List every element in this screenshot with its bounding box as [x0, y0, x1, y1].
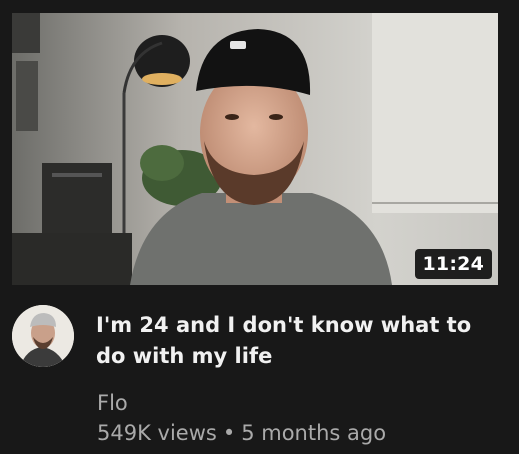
- thumbnail-image: [12, 13, 498, 285]
- video-title[interactable]: I'm 24 and I don't know what to do with …: [96, 310, 496, 372]
- video-card[interactable]: 11:24 I'm 24 and I don't know what to do…: [0, 0, 519, 454]
- video-metadata: 549K views • 5 months ago: [97, 419, 386, 447]
- upload-age: 5 months ago: [241, 421, 387, 445]
- video-thumbnail[interactable]: 11:24: [12, 13, 498, 285]
- separator-dot: •: [222, 421, 236, 445]
- channel-name[interactable]: Flo: [97, 389, 128, 417]
- view-count: 549K views: [97, 421, 217, 445]
- avatar-image: [12, 305, 74, 367]
- duration-badge: 11:24: [414, 249, 492, 279]
- channel-avatar[interactable]: [12, 305, 74, 367]
